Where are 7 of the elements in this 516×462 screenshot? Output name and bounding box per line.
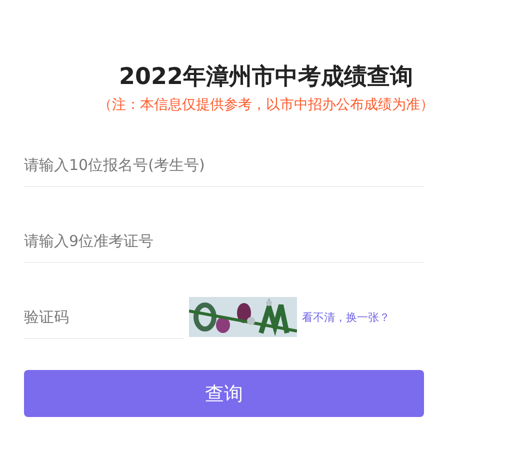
input-field[interactable]: 请输入10位报名号(考生号) <box>24 143 424 187</box>
notice-text: （注：本信息仅提供参考，以市中招办公布成绩为准） <box>97 96 435 115</box>
refresh-link[interactable]: 看不清，换一张？ <box>302 310 390 324</box>
submit-button[interactable]: 查询 <box>24 370 424 417</box>
input-field[interactable]: 请输入9位准考证号 <box>24 219 424 263</box>
captcha-field[interactable]: 验证码 <box>24 295 184 339</box>
page-title: 2022年漳州市中考成绩查询 <box>118 63 414 92</box>
